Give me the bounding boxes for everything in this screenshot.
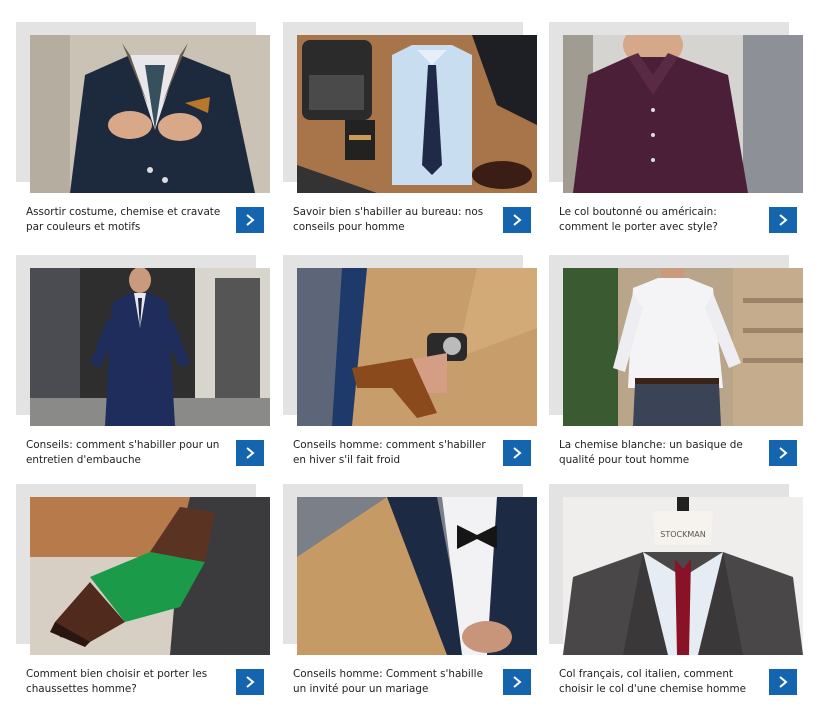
green-socks-shoe-icon[interactable] [30, 497, 270, 655]
camel-coat-gloves-icon[interactable] [297, 268, 537, 426]
read-more-button[interactable] [236, 207, 264, 233]
article-title[interactable]: La chemise blanche: un basique de qualit… [559, 438, 759, 468]
article-card[interactable]: La chemise blanche: un basique de qualit… [549, 255, 804, 475]
chevron-right-icon [246, 447, 255, 459]
chevron-right-icon [513, 447, 522, 459]
article-title[interactable]: Comment bien choisir et porter les chaus… [26, 667, 226, 697]
chevron-right-icon [779, 447, 788, 459]
chevron-right-icon [246, 214, 255, 226]
read-more-button[interactable] [769, 669, 797, 695]
bowtie-jacket-icon[interactable] [297, 497, 537, 655]
read-more-button[interactable] [236, 440, 264, 466]
article-card[interactable]: STOCKMAN Col français, col italien, comm… [549, 484, 804, 704]
chevron-right-icon [246, 676, 255, 688]
article-title[interactable]: Le col boutonné ou américain: comment le… [559, 205, 759, 235]
article-title[interactable]: Col français, col italien, comment chois… [559, 667, 759, 697]
button-down-shirt-icon[interactable] [563, 35, 803, 193]
suit-tie-icon[interactable] [30, 35, 270, 193]
article-title[interactable]: Conseils homme: comment s'habiller en hi… [293, 438, 493, 468]
article-card[interactable]: Le col boutonné ou américain: comment le… [549, 22, 804, 242]
mannequin-collar-icon[interactable]: STOCKMAN [563, 497, 803, 655]
article-card[interactable]: Assortir costume, chemise et cravate par… [16, 22, 271, 242]
chevron-right-icon [513, 676, 522, 688]
chevron-right-icon [779, 676, 788, 688]
article-title[interactable]: Assortir costume, chemise et cravate par… [26, 205, 226, 235]
article-card[interactable]: Comment bien choisir et porter les chaus… [16, 484, 271, 704]
read-more-button[interactable] [769, 207, 797, 233]
read-more-button[interactable] [236, 669, 264, 695]
article-card[interactable]: Conseils: comment s'habiller pour un ent… [16, 255, 271, 475]
article-title[interactable]: Conseils homme: Comment s'habille un inv… [293, 667, 493, 697]
article-title[interactable]: Conseils: comment s'habiller pour un ent… [26, 438, 226, 468]
navy-suit-man-icon[interactable] [30, 268, 270, 426]
chevron-right-icon [513, 214, 522, 226]
article-title[interactable]: Savoir bien s'habiller au bureau: nos co… [293, 205, 493, 235]
white-shirt-man-icon[interactable] [563, 268, 803, 426]
read-more-button[interactable] [769, 440, 797, 466]
chevron-right-icon [779, 214, 788, 226]
shirt-typewriter-icon[interactable] [297, 35, 537, 193]
mannequin-label: STOCKMAN [660, 530, 705, 539]
article-card[interactable]: Conseils homme: Comment s'habille un inv… [283, 484, 538, 704]
read-more-button[interactable] [503, 207, 531, 233]
article-card[interactable]: Savoir bien s'habiller au bureau: nos co… [283, 22, 538, 242]
article-grid: Assortir costume, chemise et cravate par… [0, 0, 830, 708]
read-more-button[interactable] [503, 440, 531, 466]
article-card[interactable]: Conseils homme: comment s'habiller en hi… [283, 255, 538, 475]
read-more-button[interactable] [503, 669, 531, 695]
